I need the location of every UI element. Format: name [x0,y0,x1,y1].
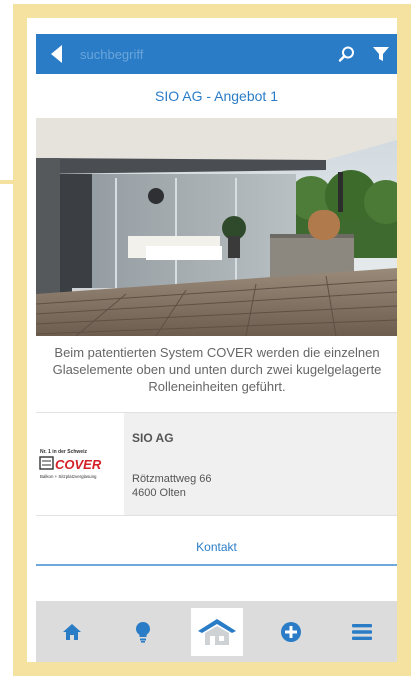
offer-description: Beim patentierten System COVER werden di… [52,345,382,394]
tab-home[interactable] [49,609,95,655]
app-screen: SIO AG - Angebot 1 [27,18,397,662]
terrace-image [36,118,397,336]
svg-text:COVER: COVER [55,457,102,472]
company-card[interactable]: Nr. 1 in der Schweiz COVER Balkon + Sitz… [36,412,397,516]
frame-stub [0,180,14,184]
svg-text:Balkon + Sitzplatzverglasung: Balkon + Sitzplatzverglasung [40,474,97,479]
search-icon [338,46,354,62]
tab-offers[interactable] [190,607,243,656]
page-title: SIO AG - Angebot 1 [36,74,397,119]
plus-circle-icon [281,621,302,642]
company-name: SIO AG [132,431,174,445]
menu-icon [352,623,373,640]
tab-add[interactable] [268,609,314,655]
cover-logo: Nr. 1 in der Schweiz COVER Balkon + Sitz… [39,449,102,479]
search-button[interactable] [330,34,364,74]
company-city: 4600 Olten [132,487,186,499]
frame-top [13,4,411,18]
filter-button[interactable] [364,34,397,74]
status-gap [27,18,397,34]
search-input[interactable] [76,34,330,74]
frame-left [13,4,27,676]
svg-text:Nr. 1 in der Schweiz: Nr. 1 in der Schweiz [40,449,87,455]
filter-icon [373,47,389,61]
company-street: Rötzmattweg 66 [132,473,212,485]
back-arrow-icon [50,45,62,63]
frame-right [397,4,411,676]
home-icon [62,623,81,640]
offer-photo [36,118,397,336]
bottom-tab-bar [36,601,397,662]
back-button[interactable] [36,34,76,74]
lightbulb-icon [135,621,150,643]
company-logo: Nr. 1 in der Schweiz COVER Balkon + Sitz… [36,413,124,515]
house-roof-icon [197,618,236,645]
contact-button[interactable]: Kontakt [36,530,397,566]
tab-ideas[interactable] [120,609,166,655]
tab-menu[interactable] [339,609,385,655]
search-bar [36,34,397,74]
frame-bottom [13,662,411,676]
